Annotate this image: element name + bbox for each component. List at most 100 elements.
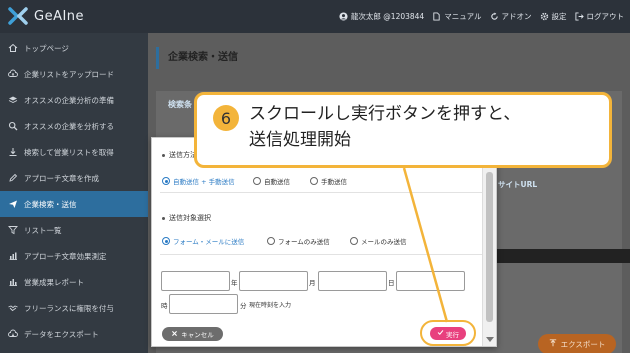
sidebar-item-compose[interactable]: アプローチ文章を作成 [0, 165, 148, 191]
scroll-thumb[interactable] [486, 172, 493, 322]
divider [160, 192, 482, 193]
day-unit: 日 [388, 279, 395, 287]
radio-mail-only[interactable]: メールのみ送信 [350, 236, 407, 246]
send-icon [8, 199, 18, 209]
radio-circle-icon [310, 177, 318, 185]
home-icon [8, 43, 18, 53]
panel-title: 検索条 [168, 100, 192, 109]
sidebar-item-label: 企業リストをアップロード [24, 69, 114, 79]
settings-link[interactable]: 設定 [540, 11, 567, 22]
settings-label: 設定 [551, 12, 567, 21]
sidebar-item-label: オススメの企業分析の準備 [24, 95, 114, 105]
execute-button[interactable]: 実行 [430, 327, 466, 340]
sidebar: トップページ 企業リストをアップロード オススメの企業分析の準備 オススメの企業… [0, 33, 154, 353]
divider [160, 254, 482, 255]
month-unit: 月 [309, 279, 316, 287]
sidebar-item-label: フリーランスに権限を付与 [24, 303, 114, 313]
execute-highlight: 実行 [420, 320, 476, 346]
close-icon [171, 330, 178, 339]
minute-input[interactable] [169, 294, 238, 314]
radio-manual[interactable]: 手動送信 [310, 176, 347, 186]
callout-line-2: 送信処理開始 [249, 130, 351, 150]
cloud-upload-icon [8, 69, 18, 79]
logo-icon [8, 7, 28, 25]
layers-icon [8, 95, 18, 105]
sidebar-item-get-list[interactable]: 検索して営業リストを取得 [0, 139, 148, 165]
site-url-column: サイトURL [498, 180, 538, 189]
top-nav: 龍次太郎 @1203844 マニュアル アドオン 設定 ログアウト [339, 0, 624, 33]
radio-circle-icon [162, 177, 170, 185]
bar-chart-icon [8, 277, 18, 287]
callout-line-1: スクロールし実行ボタンを押すと、 [249, 104, 521, 124]
month-input[interactable] [239, 271, 308, 291]
day-input[interactable] [318, 271, 387, 291]
document-icon [432, 12, 441, 21]
sidebar-item-label: 営業成果レポート [24, 277, 84, 287]
export-button[interactable]: エクスポート [538, 334, 616, 353]
year-input[interactable] [161, 271, 230, 291]
callout-text: スクロールし実行ボタンを押すと、 送信処理開始 [249, 101, 605, 153]
sidebar-item-effectiveness[interactable]: アプローチ文章効果測定 [0, 243, 148, 269]
bar-chart-icon [8, 251, 18, 261]
radio-circle-icon [162, 237, 170, 245]
manual-label: マニュアル [444, 12, 482, 21]
logout-icon [574, 12, 584, 21]
radio-circle-icon [350, 237, 358, 245]
filter-icon [8, 225, 18, 235]
logo[interactable]: GeAIne [8, 7, 84, 25]
modal-scrollbar[interactable] [482, 138, 496, 346]
gear-icon [540, 12, 549, 21]
cancel-button[interactable]: キャンセル [162, 327, 223, 341]
sidebar-item-label: アプローチ文章を作成 [24, 173, 99, 183]
sidebar-item-prepare[interactable]: オススメの企業分析の準備 [0, 87, 148, 113]
radio-auto[interactable]: 自動送信 [253, 176, 290, 186]
radio-auto-manual[interactable]: 自動送信 + 手動送信 [162, 176, 235, 186]
cloud-download-icon [8, 329, 18, 339]
minute-unit: 分 [240, 302, 247, 310]
sidebar-item-report[interactable]: 営業成果レポート [0, 269, 148, 295]
export-label: エクスポート [560, 339, 606, 349]
user-icon [339, 12, 348, 21]
hour-input[interactable] [396, 271, 465, 291]
sidebar-item-label: オススメの企業を分析する [24, 121, 114, 131]
sidebar-item-upload[interactable]: 企業リストをアップロード [0, 61, 148, 87]
radio-form-only[interactable]: フォームのみ送信 [267, 236, 330, 246]
user-name: 龍次太郎 @1203844 [350, 12, 425, 21]
sidebar-item-top[interactable]: トップページ [0, 35, 148, 61]
sidebar-item-label: リスト一覧 [24, 225, 62, 235]
sidebar-item-label: トップページ [24, 43, 69, 53]
radio-circle-icon [267, 237, 275, 245]
sidebar-item-search-send[interactable]: 企業検索・送信 [0, 191, 154, 217]
sidebar-item-label: 企業検索・送信 [24, 199, 77, 209]
handshake-icon [8, 303, 18, 313]
sidebar-item-label: アプローチ文章効果測定 [24, 251, 107, 261]
sidebar-item-label: 検索して営業リストを取得 [24, 147, 114, 157]
export-icon [549, 339, 557, 349]
download-icon [8, 147, 18, 157]
search-icon [8, 121, 18, 131]
logout-link[interactable]: ログアウト [574, 11, 624, 22]
target-label: 送信対象選択 [162, 213, 211, 223]
sidebar-item-export[interactable]: データをエクスポート [0, 321, 148, 347]
sidebar-item-lists[interactable]: リスト一覧 [0, 217, 148, 243]
check-icon [437, 329, 444, 338]
radio-form-and-mail[interactable]: フォーム・メールに送信 [162, 236, 244, 246]
bullet-icon [162, 216, 165, 220]
current-time-link[interactable]: 現在時刻を入力 [249, 300, 291, 309]
user-menu[interactable]: 龍次太郎 @1203844 [339, 11, 424, 22]
send-modal: 送信方法 自動送信 + 手動送信 自動送信 手動送信 送信対象選択 フォーム・メ… [151, 137, 497, 347]
addon-link[interactable]: アドオン [490, 11, 532, 22]
pencil-icon [8, 173, 18, 183]
scroll-down-icon[interactable] [486, 337, 494, 342]
step-number-badge: 6 [213, 105, 239, 131]
table-header-strip [488, 249, 630, 263]
sidebar-item-freelance[interactable]: フリーランスに権限を付与 [0, 295, 148, 321]
hour-unit: 時 [161, 302, 168, 310]
manual-link[interactable]: マニュアル [432, 11, 482, 22]
bullet-icon [162, 153, 165, 157]
instruction-callout: 6 スクロールし実行ボタンを押すと、 送信処理開始 [194, 92, 612, 168]
sidebar-item-label: データをエクスポート [24, 329, 99, 339]
top-bar: GeAIne 龍次太郎 @1203844 マニュアル アドオン 設定 ログアウト [0, 0, 630, 33]
addon-label: アドオン [501, 12, 532, 21]
sidebar-item-analyze[interactable]: オススメの企業を分析する [0, 113, 148, 139]
